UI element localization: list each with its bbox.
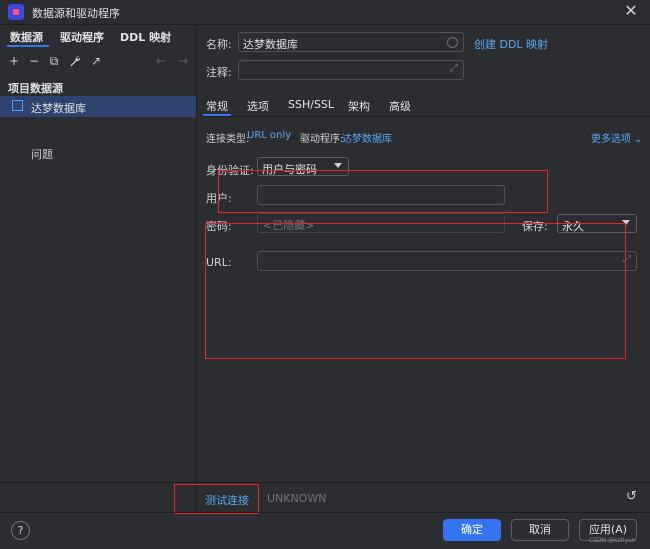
back-arrow-icon[interactable]: ← (153, 53, 169, 69)
chevron-down-icon (334, 163, 342, 168)
tab-datasources[interactable]: 数据源 (10, 29, 43, 45)
close-icon[interactable]: ✕ (622, 2, 640, 20)
tab-options[interactable]: 选项 (247, 98, 269, 114)
chevron-down-icon: ⌄ (631, 134, 643, 145)
tab-drivers[interactable]: 驱动程序 (60, 29, 104, 45)
comment-input[interactable]: ⤢ (238, 60, 464, 80)
export-icon[interactable]: ↗ (88, 53, 104, 69)
ok-button[interactable]: 确定 (443, 519, 501, 541)
add-icon[interactable]: + (6, 53, 22, 69)
driver-link[interactable]: 达梦数据库 (342, 130, 392, 145)
name-input[interactable]: 达梦数据库 (238, 32, 464, 52)
tab-ssh-ssl[interactable]: SSH/SSL (288, 98, 334, 111)
name-value: 达梦数据库 (243, 38, 298, 51)
comment-label: 注释: (206, 66, 232, 79)
separator (0, 482, 650, 483)
annotation-box-url (205, 223, 626, 359)
connection-status: UNKNOWN (267, 492, 327, 505)
tab-divider (200, 116, 650, 117)
active-tab-indicator (203, 114, 231, 116)
annotation-box-user (218, 170, 548, 213)
active-tab-indicator (7, 45, 49, 47)
reset-icon[interactable]: ↺ (626, 489, 637, 504)
tab-advanced[interactable]: 高级 (389, 98, 411, 114)
cancel-button[interactable]: 取消 (511, 519, 569, 541)
section-header-project-datasources: 项目数据源 (8, 82, 63, 95)
datasource-item-label: 达梦数据库 (31, 102, 86, 115)
tab-schemas[interactable]: 架构 (348, 98, 370, 114)
tab-general[interactable]: 常规 (206, 98, 228, 114)
datasource-list-item[interactable] (0, 96, 196, 117)
forward-arrow-icon[interactable]: → (175, 53, 191, 69)
expand-icon[interactable]: ⤢ (450, 63, 458, 74)
driver-label: 驱动程序: (300, 134, 344, 145)
create-ddl-mapping-link[interactable]: 创建 DDL 映射 (474, 36, 548, 52)
tab-ddl-mappings[interactable]: DDL 映射 (120, 29, 171, 45)
color-circle-icon[interactable] (447, 37, 458, 48)
connection-type-link[interactable]: URL only (247, 130, 291, 141)
watermark: CSDN @kz0yun (589, 537, 636, 544)
more-options-link[interactable]: 更多选项 ⌄ (591, 130, 643, 145)
window-title: 数据源和驱动程序 (32, 7, 120, 20)
help-button[interactable]: ? (11, 521, 30, 540)
copy-icon[interactable]: ⧉ (46, 53, 62, 69)
more-options-label: 更多选项 (591, 134, 631, 145)
wrench-icon[interactable] (67, 53, 83, 69)
name-label: 名称: (206, 38, 232, 51)
separator (0, 512, 650, 513)
app-logo-icon (8, 4, 24, 20)
connection-type-label: 连接类型: (206, 134, 250, 145)
test-connection-link[interactable]: 测试连接 (205, 492, 249, 508)
database-icon (12, 100, 23, 111)
problems-item[interactable]: 问题 (31, 146, 53, 162)
left-panel: 数据源 驱动程序 DDL 映射 + − ⧉ ↗ ← → 项目数据源 达梦数据库 … (0, 25, 197, 512)
remove-icon[interactable]: − (26, 53, 42, 69)
